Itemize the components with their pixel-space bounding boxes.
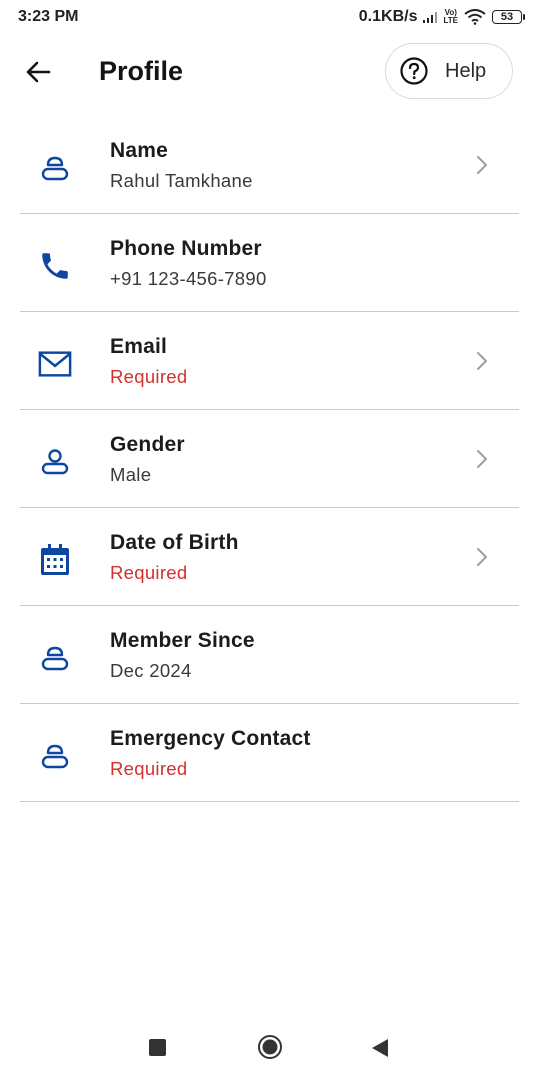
battery-level: 53	[500, 11, 514, 23]
help-label: Help	[445, 59, 487, 82]
status-indicators: 0.1KB/s Vo) LTE 53	[358, 8, 525, 26]
field-label: Member Since	[110, 629, 255, 652]
arrow-left-icon	[26, 61, 51, 83]
field-label: Name	[110, 139, 168, 162]
home-circle-icon[interactable]	[257, 1034, 283, 1060]
field-emergency-contact[interactable]: Emergency Contact Required	[20, 704, 519, 802]
chevron-right-icon	[477, 352, 487, 370]
field-value: Required	[110, 366, 188, 387]
field-phone-number[interactable]: Phone Number +91 123-456-7890	[20, 214, 519, 312]
field-value: +91 123-456-7890	[110, 268, 267, 289]
field-label: Phone Number	[110, 237, 262, 260]
person-icon	[38, 445, 72, 479]
field-date-of-birth[interactable]: Date of Birth Required	[20, 508, 519, 606]
person-icon	[38, 151, 72, 185]
field-value: Male	[110, 464, 152, 485]
field-value: Required	[110, 562, 188, 583]
status-bar: 3:23 PM 0.1KB/s Vo) LTE 53	[0, 0, 540, 34]
signal-icon	[423, 11, 438, 23]
chevron-right-icon	[477, 450, 487, 468]
battery-icon: 53	[492, 10, 525, 24]
recents-square-icon[interactable]	[149, 1039, 166, 1056]
field-gender[interactable]: Gender Male	[20, 410, 519, 508]
field-value: Dec 2024	[110, 660, 192, 681]
person-icon	[38, 739, 72, 773]
lte-label: LTE	[443, 16, 458, 25]
back-button[interactable]	[18, 54, 58, 90]
field-label: Date of Birth	[110, 531, 239, 554]
field-email[interactable]: Email Required	[20, 312, 519, 410]
field-label: Gender	[110, 433, 185, 456]
app-header: Profile Help	[0, 40, 540, 104]
calendar-icon	[38, 543, 72, 577]
field-label: Email	[110, 335, 168, 358]
chevron-right-icon	[477, 548, 487, 566]
chevron-right-icon	[477, 156, 487, 174]
status-time: 3:23 PM	[18, 8, 79, 25]
phone-icon	[38, 249, 72, 283]
network-speed: 0.1KB/s	[358, 8, 418, 25]
wifi-icon	[464, 9, 486, 25]
volte-icon: Vo) LTE	[443, 9, 458, 25]
field-member-since[interactable]: Member Since Dec 2024	[20, 606, 519, 704]
help-button[interactable]: Help	[385, 43, 513, 99]
profile-field-list: Name Rahul Tamkhane Phone Number +91 123…	[20, 116, 519, 802]
question-circle-icon	[400, 57, 428, 85]
field-name[interactable]: Name Rahul Tamkhane	[20, 116, 519, 214]
field-label: Emergency Contact	[110, 727, 311, 750]
field-value: Required	[110, 758, 188, 779]
person-icon	[38, 641, 72, 675]
back-triangle-icon[interactable]	[370, 1037, 390, 1059]
mail-icon	[38, 347, 72, 381]
system-nav-bar	[0, 1020, 540, 1076]
field-value: Rahul Tamkhane	[110, 170, 253, 191]
page-title: Profile	[99, 56, 184, 86]
